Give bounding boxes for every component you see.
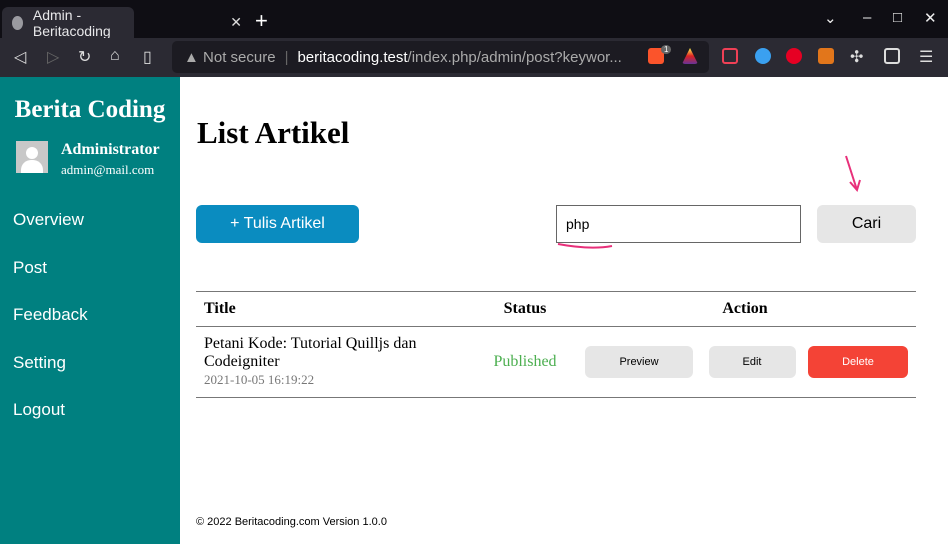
brand-title: Berita Coding bbox=[14, 96, 166, 123]
user-name: Administrator bbox=[61, 141, 160, 158]
browser-tab[interactable]: Admin - Beritacoding ✕ bbox=[2, 6, 242, 39]
tab-list-icon[interactable]: ⌄ bbox=[824, 9, 837, 27]
article-date: 2021-10-05 16:19:22 bbox=[204, 372, 315, 387]
main-content: List Artikel + Tulis Artikel Cari Title … bbox=[180, 77, 948, 544]
sidebar-item-setting[interactable]: Setting bbox=[0, 339, 180, 387]
status-badge: Published bbox=[476, 326, 574, 398]
maximize-icon[interactable]: □ bbox=[893, 9, 902, 26]
menu-icon[interactable]: ☰ bbox=[919, 47, 933, 67]
globe-icon bbox=[12, 15, 23, 30]
preview-button[interactable]: Preview bbox=[585, 346, 693, 378]
security-label: Not secure bbox=[203, 48, 276, 66]
pinterest-icon[interactable] bbox=[786, 48, 802, 64]
sidebar-item-post[interactable]: Post bbox=[0, 244, 180, 292]
address-bar[interactable]: ▲ Not secure | beritacoding.test /index.… bbox=[172, 41, 709, 73]
article-table: Title Status Action Petani Kode: Tutoria… bbox=[196, 291, 916, 398]
avatar bbox=[16, 141, 48, 173]
edit-button[interactable]: Edit bbox=[708, 346, 796, 378]
tab-title: Admin - Beritacoding bbox=[32, 6, 111, 39]
sidebar-item-overview[interactable]: Overview bbox=[0, 196, 180, 244]
header-status: Status bbox=[476, 291, 574, 327]
bookmark-icon[interactable]: ▯ bbox=[143, 47, 152, 67]
user-email: admin@mail.com bbox=[61, 162, 155, 177]
browser-toolbar: ◁ ▷ ↻ ⌂ ▯ ▲ Not secure | beritacoding.te… bbox=[0, 38, 948, 77]
sidebar-item-logout[interactable]: Logout bbox=[0, 386, 180, 434]
close-tab-icon[interactable]: ✕ bbox=[230, 14, 242, 31]
forward-icon[interactable]: ▷ bbox=[47, 47, 59, 67]
gem-extension-icon[interactable] bbox=[755, 48, 771, 64]
url-path: /index.php/admin/post?keywor... bbox=[407, 48, 622, 66]
user-profile: Administrator admin@mail.com bbox=[16, 141, 180, 178]
wallet-icon[interactable] bbox=[884, 48, 900, 64]
annotation-marks bbox=[557, 155, 861, 249]
article-title: Petani Kode: Tutorial Quilljs dan Codeig… bbox=[204, 335, 417, 370]
table-row: Petani Kode: Tutorial Quilljs dan Codeig… bbox=[196, 326, 916, 398]
header-action: Action bbox=[574, 291, 916, 327]
page-title: List Artikel bbox=[197, 115, 350, 150]
pocket-icon[interactable] bbox=[722, 48, 738, 64]
reload-icon[interactable]: ↻ bbox=[78, 47, 91, 67]
url-host: beritacoding.test bbox=[297, 48, 408, 66]
header-title: Title bbox=[196, 291, 476, 327]
warning-icon: ▲ bbox=[184, 48, 204, 66]
delete-button[interactable]: Delete bbox=[808, 346, 908, 378]
sidebar-item-feedback[interactable]: Feedback bbox=[0, 291, 180, 339]
new-tab-button[interactable]: + bbox=[255, 8, 268, 34]
back-icon[interactable]: ◁ bbox=[14, 47, 26, 67]
add-article-button[interactable]: + Tulis Artikel bbox=[196, 205, 359, 243]
browser-tabbar: Admin - Beritacoding ✕ + ⌄ – □ ✕ bbox=[0, 0, 948, 39]
minimize-icon[interactable]: – bbox=[863, 9, 871, 26]
sidebar: Berita Coding Administrator admin@mail.c… bbox=[0, 77, 180, 544]
close-window-icon[interactable]: ✕ bbox=[924, 9, 937, 27]
metamask-icon[interactable] bbox=[818, 48, 834, 64]
home-icon[interactable]: ⌂ bbox=[110, 47, 120, 65]
extensions-icon[interactable]: ✣ bbox=[850, 47, 863, 67]
footer: © 2022 Beritacoding.com Version 1.0.0 bbox=[196, 516, 387, 528]
